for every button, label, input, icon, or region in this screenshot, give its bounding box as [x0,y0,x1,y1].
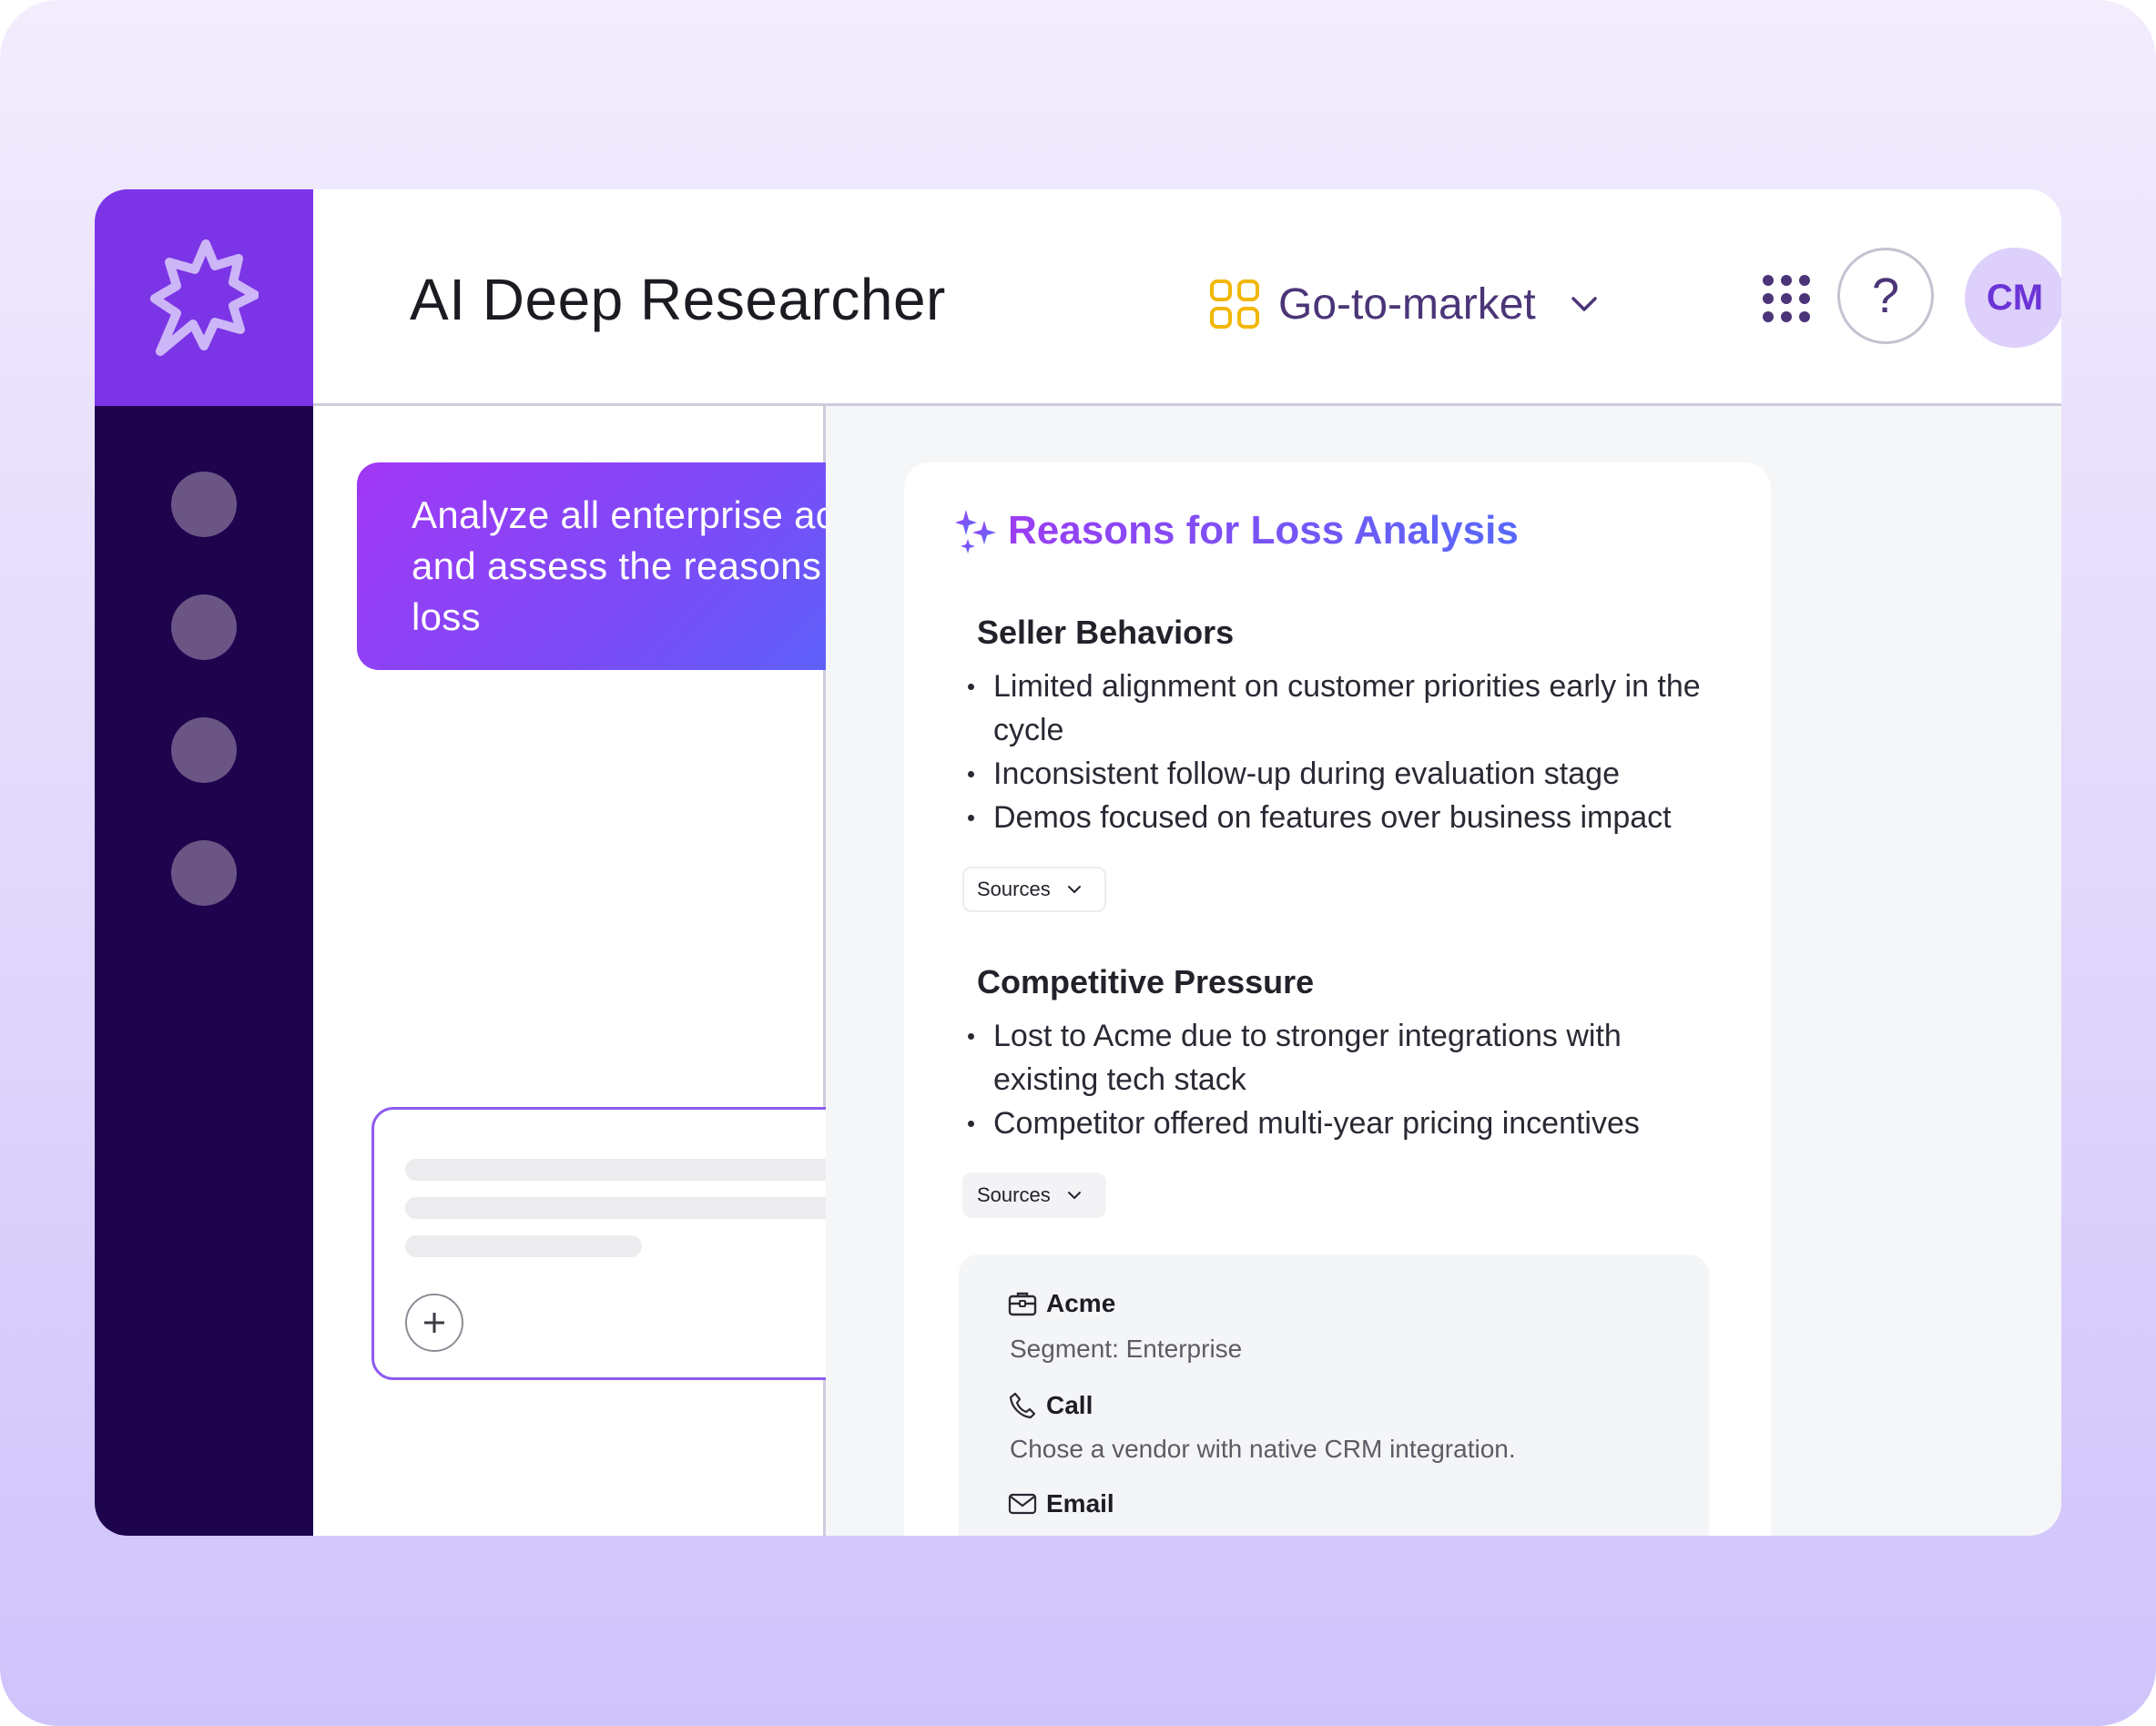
source-detail-panel: Acme Segment: Enterprise Call Chose a ve… [959,1254,1709,1536]
placeholder-line [405,1235,642,1257]
header-bar: AI Deep Researcher Go-to-market ? CM [313,189,2061,406]
call-row: Call [1008,1391,1093,1420]
report-card: Reasons for Loss Analysis Seller Behavio… [904,462,1771,1536]
workspace-selector[interactable]: Go-to-market [1209,271,1598,337]
sources-dropdown[interactable]: Sources [962,867,1106,912]
nav-item-3[interactable] [171,717,237,783]
page-background: AI Deep Researcher Go-to-market ? CM Ana… [0,0,2156,1726]
app-window: AI Deep Researcher Go-to-market ? CM Ana… [95,189,2061,1536]
grid-four-squares-icon [1210,279,1259,329]
starburst-logo-icon [150,239,259,356]
section-heading: Competitive Pressure [977,963,1315,1000]
sources-dropdown[interactable]: Sources [962,1173,1106,1218]
report-title: Reasons for Loss Analysis [1008,508,1519,553]
call-summary: Chose a vendor with native CRM integrati… [1010,1435,1516,1463]
nav-rail [95,406,313,1536]
sparkle-icon [955,510,996,553]
bullet-list: Lost to Acme due to stronger integration… [961,1014,1725,1145]
sources-label: Sources [977,878,1051,900]
app-launcher-icon[interactable] [1761,273,1812,324]
sources-label: Sources [977,1183,1051,1206]
help-button[interactable]: ? [1837,248,1934,344]
workspace-label: Go-to-market [1278,279,1536,329]
plus-icon [424,1313,444,1333]
nav-item-1[interactable] [171,472,237,537]
chevron-down-icon [1571,297,1597,311]
list-item: Demos focused on features over business … [961,796,1725,839]
list-item: Inconsistent follow-up during evaluation… [961,752,1725,796]
section-heading: Seller Behaviors [977,614,1235,651]
account-segment: Segment: Enterprise [1010,1335,1243,1363]
nav-item-4[interactable] [171,840,237,906]
report-pane: Reasons for Loss Analysis Seller Behavio… [826,406,2061,1536]
help-icon: ? [1871,269,1900,323]
chat-pane: Analyze all enterprise accounts and asse… [313,406,1009,1536]
logo-block[interactable] [95,189,313,406]
account-name: Acme [1046,1289,1116,1317]
list-item: Limited alignment on customer priorities… [961,665,1725,752]
user-avatar[interactable]: CM [1965,248,2061,348]
email-label: Email [1046,1489,1114,1518]
chevron-down-icon [1067,1192,1081,1199]
bullet-list: Limited alignment on customer priorities… [961,665,1725,839]
list-item: Competitor offered multi-year pricing in… [961,1102,1725,1145]
mail-icon [1008,1493,1037,1515]
add-attachment-button[interactable] [405,1294,463,1352]
page-title: AI Deep Researcher [410,267,946,332]
account-row: Acme [1008,1289,1115,1318]
nav-item-2[interactable] [171,594,237,660]
report-title-row: Reasons for Loss Analysis [955,508,1519,553]
chevron-down-icon [1067,886,1081,893]
phone-icon [1009,1392,1036,1419]
email-row: Email [1008,1489,1114,1518]
call-label: Call [1046,1391,1093,1419]
list-item: Lost to Acme due to stronger integration… [961,1014,1725,1102]
briefcase-icon [1008,1292,1037,1316]
